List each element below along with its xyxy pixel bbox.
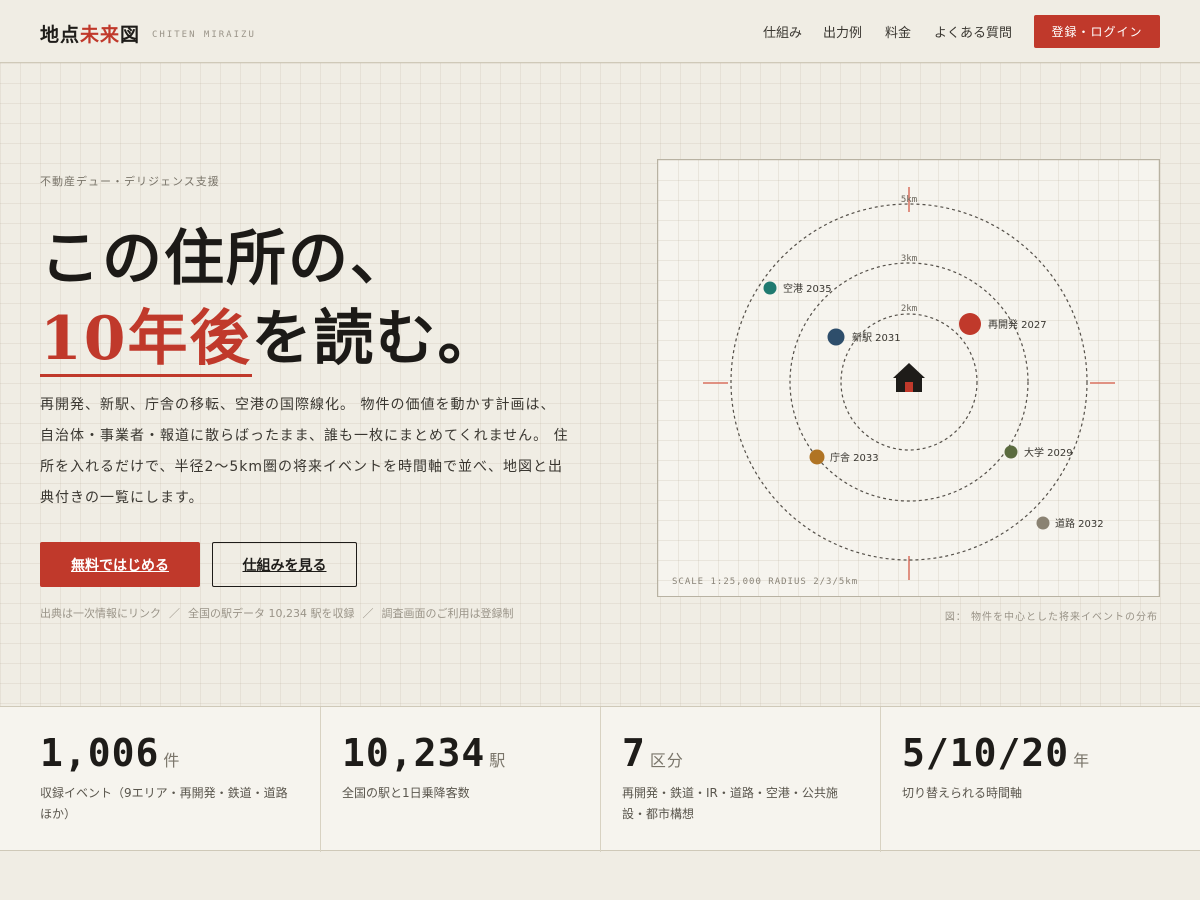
stat-value: 10,234	[342, 731, 486, 775]
event-marker-redevelopment[interactable]: 再開発 2027	[959, 313, 1047, 335]
event-label: 再開発 2027	[988, 318, 1047, 331]
logo-text: 地点	[40, 24, 81, 46]
radius-map-svg: 2km 3km 5km 空港 2035 再開発 2027 新駅 2031 庁舎 …	[703, 187, 1115, 580]
stat-unit: 駅	[489, 751, 507, 770]
event-label: 庁舎 2033	[830, 451, 879, 464]
footnote-separator: ／	[362, 607, 374, 620]
event-label: 大学 2029	[1024, 446, 1073, 459]
stat-description: 切り替えられる時間軸	[902, 786, 1023, 800]
stat-number: 10,234 駅	[342, 731, 600, 775]
radius-map-panel: 2km 3km 5km 空港 2035 再開発 2027 新駅 2031 庁舎 …	[657, 159, 1160, 597]
stat-unit: 区分	[649, 751, 684, 770]
house-icon	[893, 363, 925, 392]
stat-stations: 10,234 駅 全国の駅と1日乗降客数	[320, 707, 600, 852]
stat-unit: 件	[163, 751, 181, 770]
hero-lead: 再開発、新駅、庁舎の移転、空港の国際線化。 物件の価値を動かす計画は、自治体・事…	[40, 397, 569, 506]
logo[interactable]: 地点未来図	[40, 20, 140, 47]
how-it-works-button[interactable]: 仕組みを見る	[212, 542, 357, 587]
stat-value: 1,006	[40, 731, 160, 775]
logo-subtitle: CHITEN MIRAIZU	[152, 30, 256, 40]
stat-categories: 7 区分 再開発・鉄道・IR・道路・空港・公共施設・都市構想	[600, 707, 880, 852]
event-marker-airport[interactable]: 空港 2035	[763, 281, 832, 296]
nav-link-examples[interactable]: 出力例	[823, 22, 862, 41]
event-label: 空港 2035	[783, 282, 832, 295]
event-marker-road[interactable]: 道路 2032	[1036, 516, 1104, 531]
site-header: 地点未来図 CHITEN MIRAIZU 仕組み 出力例 料金 よくある質問 登…	[0, 0, 1200, 63]
stat-value: 5/10/20	[902, 731, 1070, 775]
nav-link-pricing[interactable]: 料金	[885, 22, 911, 41]
stats-bar: 1,006 件 収録イベント（9エリア・再開発・鉄道・道路ほか） 10,234 駅 …	[0, 706, 1200, 852]
hero-eyebrow: 不動産デュー・デリジェンス支援	[40, 175, 220, 188]
stat-description: 全国の駅と1日乗降客数	[342, 786, 470, 800]
event-marker-university[interactable]: 大学 2029	[1004, 445, 1073, 460]
headline-accent: 10年後	[40, 304, 252, 377]
footnote-item: 出典は一次情報にリンク	[40, 607, 161, 620]
map-caption: 図： 物件を中心とした将来イベントの分布	[944, 612, 1158, 623]
start-free-button[interactable]: 無料ではじめる	[40, 542, 200, 587]
footnote-item: 調査画面のご利用は登録制	[381, 607, 514, 620]
event-label: 道路 2032	[1055, 517, 1104, 530]
stat-description: 再開発・鉄道・IR・道路・空港・公共施設・都市構想	[622, 786, 838, 821]
stat-unit: 年	[1073, 751, 1091, 770]
headline-rest: を読む。	[251, 304, 500, 374]
event-label: 新駅 2031	[852, 331, 901, 344]
stat-description: 収録イベント（9エリア・再開発・鉄道・道路ほか）	[40, 786, 288, 821]
stat-events: 1,006 件 収録イベント（9エリア・再開発・鉄道・道路ほか）	[0, 707, 320, 852]
logo-accent-text: 未来	[80, 24, 121, 46]
headline-line1: この住所の、	[40, 224, 412, 294]
stat-number: 5/10/20 年	[902, 731, 1200, 775]
stat-number: 1,006 件	[40, 731, 290, 775]
ring-label-2km: 2km	[901, 304, 917, 314]
login-button[interactable]: 登録・ログイン	[1034, 15, 1160, 48]
stat-value: 7	[622, 731, 646, 775]
hero-footnotes: 出典は一次情報にリンク ／ 全国の駅データ 10,234 駅を収録 ／ 調査画面のご利用…	[40, 605, 513, 621]
ring-label-3km: 3km	[901, 254, 917, 264]
ring-label-5km: 5km	[901, 195, 917, 205]
footnote-item: 全国の駅データ 10,234 駅を収録	[188, 607, 355, 620]
footnote-separator: ／	[169, 607, 180, 620]
nav-link-faq[interactable]: よくある質問	[934, 22, 1012, 41]
map-scale-label: SCALE 1:25,000 RADIUS 2/3/5km	[672, 577, 859, 587]
stat-number: 7 区分	[622, 731, 861, 775]
headline-line2: 10年後を読む。	[40, 290, 500, 377]
logo-text-end: 図	[120, 24, 141, 46]
event-marker-city-hall[interactable]: 庁舎 2033	[809, 449, 879, 465]
stat-timeline: 5/10/20 年 切り替えられる時間軸	[880, 707, 1200, 852]
nav-link-how-it-works[interactable]: 仕組み	[763, 22, 802, 41]
